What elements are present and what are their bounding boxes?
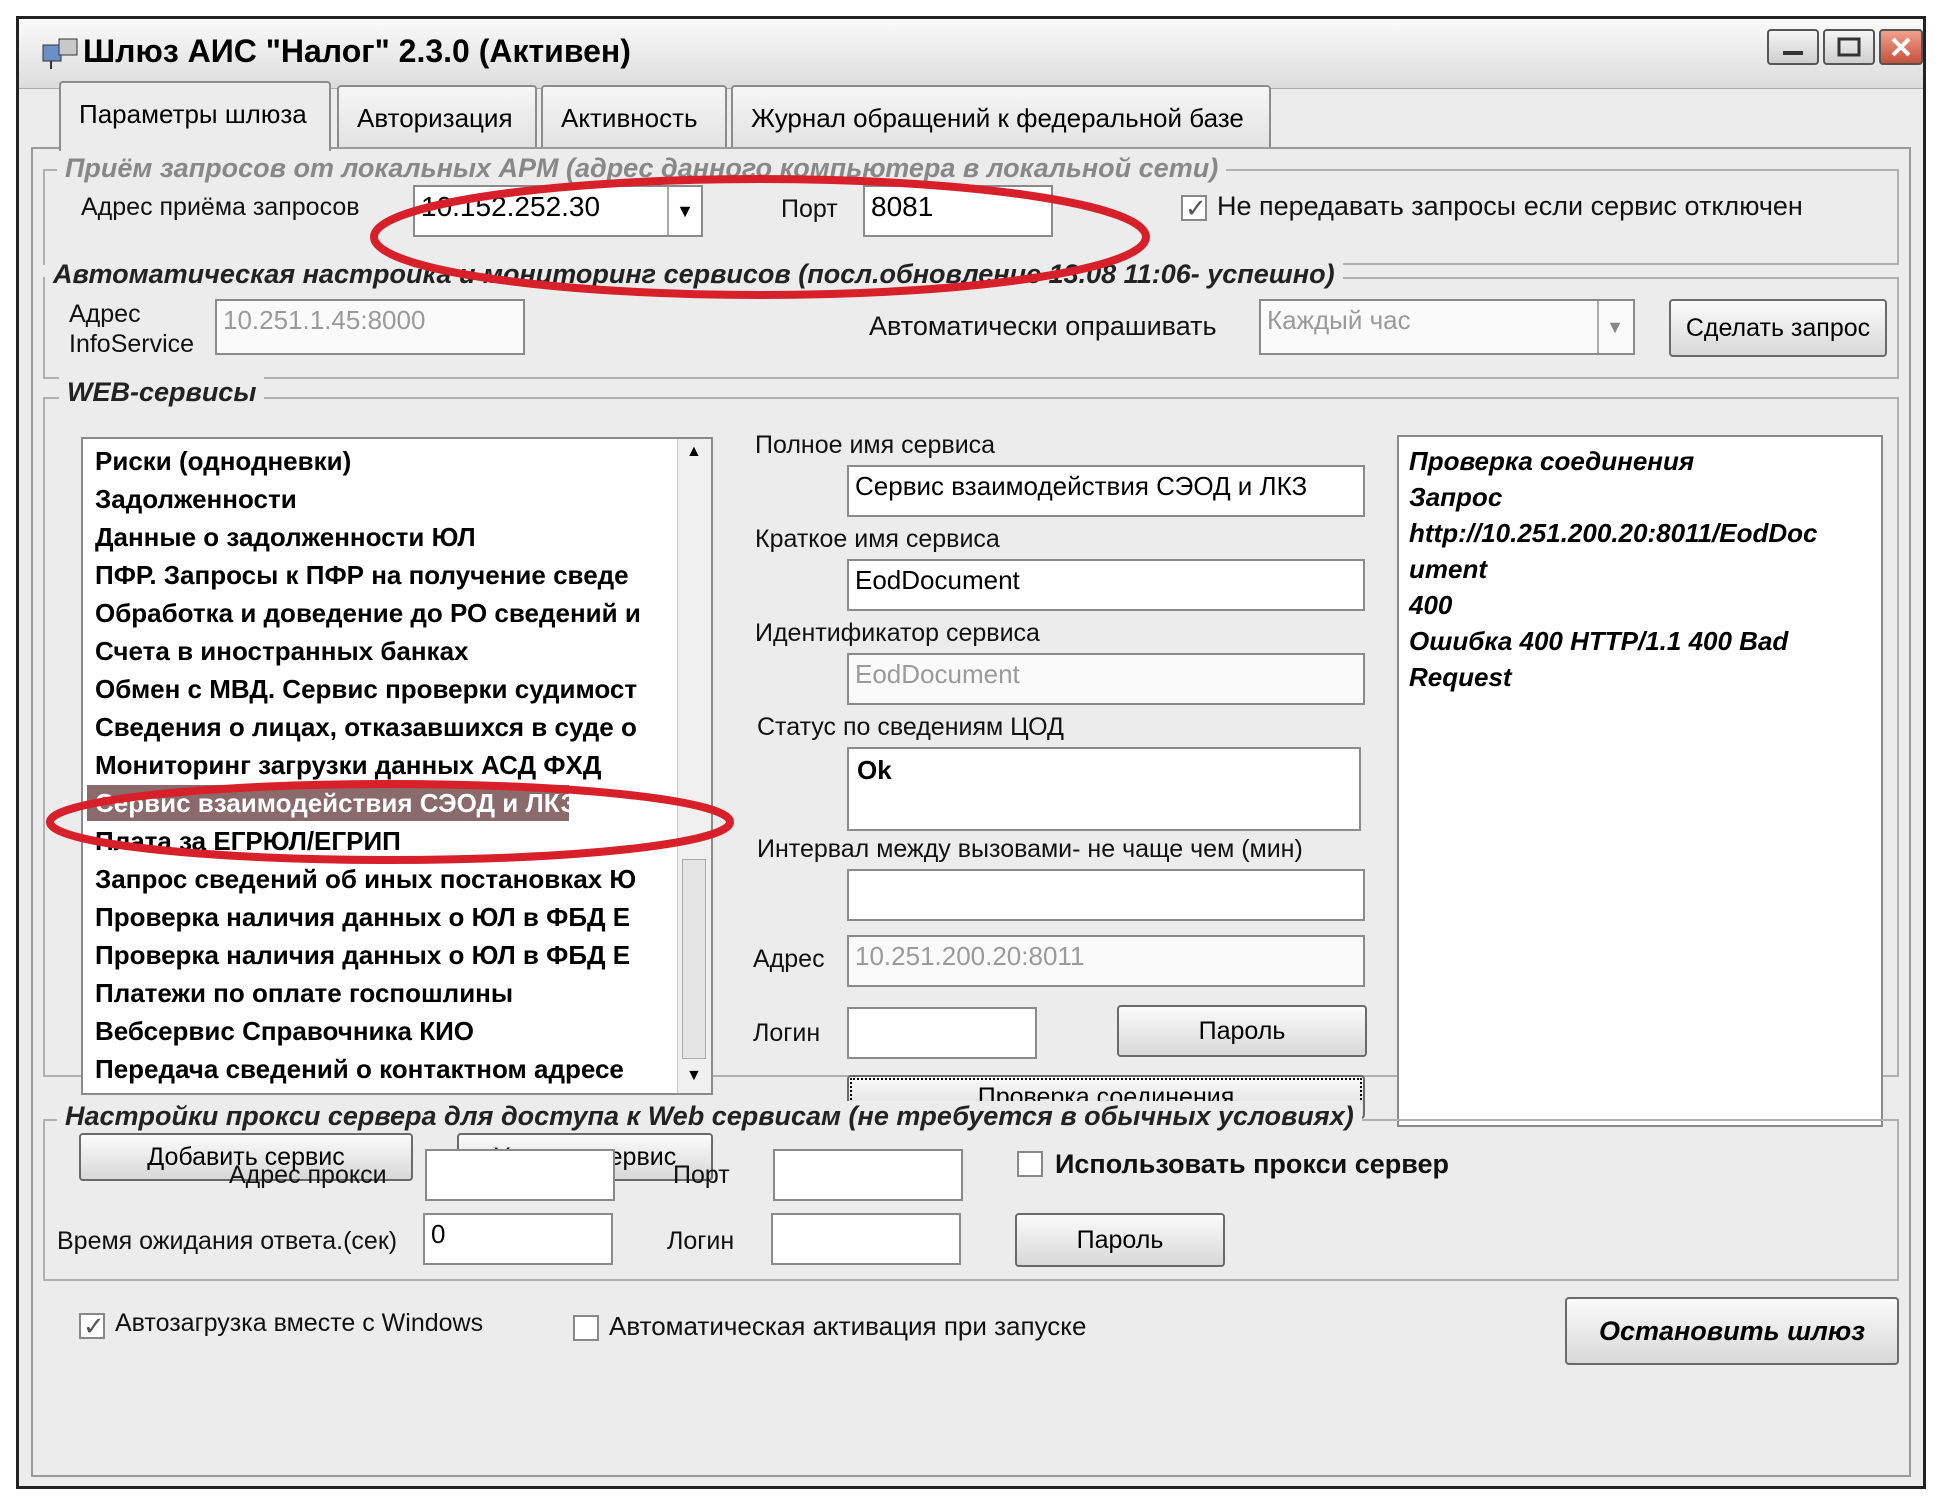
- tab-gateway-params[interactable]: Параметры шлюза: [59, 81, 331, 151]
- annotation-ellipse-address: [370, 175, 1150, 299]
- annotation-overlay: [46, 175, 1150, 864]
- annotation-ellipse-selected-service: [46, 780, 734, 864]
